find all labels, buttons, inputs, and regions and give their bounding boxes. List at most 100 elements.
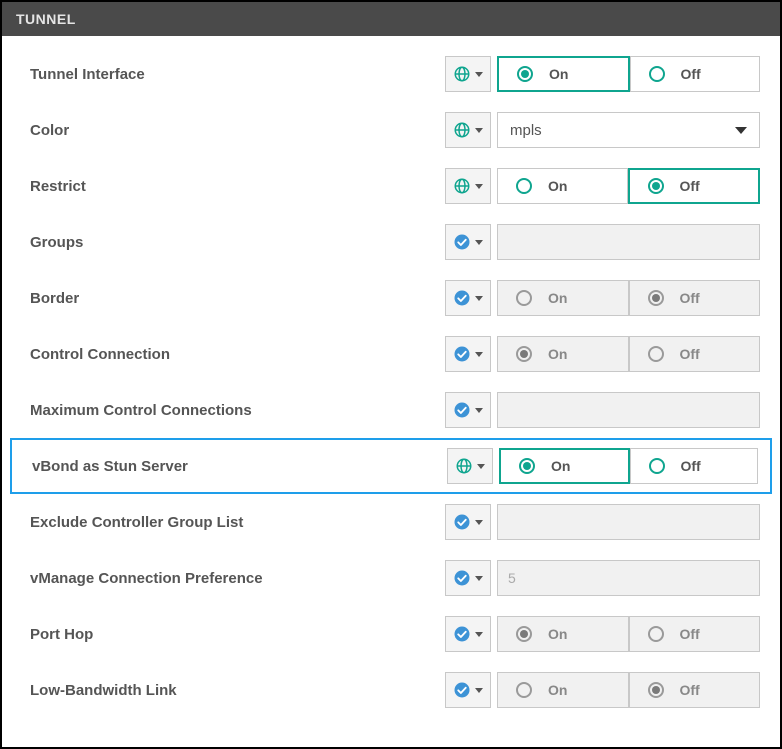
radio-dot-icon: [516, 346, 532, 362]
input-groups[interactable]: [497, 224, 760, 260]
globe-icon: [453, 177, 471, 195]
radio-dot-icon: [648, 346, 664, 362]
mode-toggle-control_connection[interactable]: [445, 336, 491, 372]
radio-label: Off: [680, 682, 700, 698]
radio-vbond_stun-on[interactable]: On: [499, 448, 630, 484]
row-vmanage_conn_pref: vManage Connection Preference: [30, 550, 760, 606]
mode-toggle-port_hop[interactable]: [445, 616, 491, 652]
radio-tunnel_interface-on[interactable]: On: [497, 56, 630, 92]
radio-group-low_bandwidth: On Off: [497, 672, 760, 708]
row-color: Color mpls: [30, 102, 760, 158]
label-exclude_controller_group: Exclude Controller Group List: [30, 514, 445, 531]
radio-label: Off: [681, 458, 701, 474]
controls-low_bandwidth: On Off: [445, 672, 760, 708]
row-low_bandwidth: Low-Bandwidth LinkOnOff: [30, 662, 760, 718]
mode-toggle-border[interactable]: [445, 280, 491, 316]
radio-label: Off: [681, 66, 701, 82]
radio-label: On: [548, 626, 567, 642]
row-tunnel_interface: Tunnel InterfaceOnOff: [30, 46, 760, 102]
chevron-down-icon: [475, 352, 483, 357]
check-icon: [453, 233, 471, 251]
chevron-down-icon: [475, 240, 483, 245]
controls-restrict: On Off: [445, 168, 760, 204]
radio-label: Off: [680, 178, 700, 194]
radio-dot-icon: [519, 458, 535, 474]
globe-icon: [453, 65, 471, 83]
radio-label: Off: [680, 626, 700, 642]
mode-toggle-exclude_controller_group[interactable]: [445, 504, 491, 540]
chevron-down-icon: [735, 127, 747, 134]
radio-dot-icon: [649, 66, 665, 82]
mode-toggle-groups[interactable]: [445, 224, 491, 260]
controls-control_connection: OnOff: [445, 336, 760, 372]
radio-label: On: [549, 66, 568, 82]
radio-restrict-off[interactable]: Off: [628, 168, 761, 204]
chevron-down-icon: [475, 688, 483, 693]
controls-color: mpls: [445, 112, 760, 148]
mode-toggle-max_control_connections[interactable]: [445, 392, 491, 428]
radio-border-off: Off: [629, 280, 761, 316]
radio-vbond_stun-off[interactable]: Off: [630, 448, 759, 484]
radio-dot-icon: [648, 682, 664, 698]
controls-border: On Off: [445, 280, 760, 316]
radio-tunnel_interface-off[interactable]: Off: [630, 56, 761, 92]
row-groups: Groups: [30, 214, 760, 270]
chevron-down-icon: [475, 520, 483, 525]
input-max_control_connections[interactable]: [497, 392, 760, 428]
radio-group-restrict: On Off: [497, 168, 760, 204]
row-border: BorderOnOff: [30, 270, 760, 326]
radio-group-port_hop: On Off: [497, 616, 760, 652]
select-color[interactable]: mpls: [497, 112, 760, 148]
mode-toggle-low_bandwidth[interactable]: [445, 672, 491, 708]
radio-dot-icon: [649, 458, 665, 474]
input-vmanage_conn_pref[interactable]: [497, 560, 760, 596]
chevron-down-icon: [475, 632, 483, 637]
select-value: mpls: [510, 122, 542, 139]
controls-exclude_controller_group: [445, 504, 760, 540]
radio-low_bandwidth-on: On: [497, 672, 629, 708]
radio-control_connection-on: On: [497, 336, 629, 372]
radio-port_hop-off: Off: [629, 616, 761, 652]
globe-icon: [455, 457, 473, 475]
controls-port_hop: On Off: [445, 616, 760, 652]
radio-label: On: [551, 458, 570, 474]
radio-group-vbond_stun: On Off: [499, 448, 758, 484]
check-icon: [453, 569, 471, 587]
label-max_control_connections: Maximum Control Connections: [30, 402, 445, 419]
check-icon: [453, 401, 471, 419]
radio-group-control_connection: OnOff: [497, 336, 760, 372]
radio-dot-icon: [648, 178, 664, 194]
row-control_connection: Control ConnectionOnOff: [30, 326, 760, 382]
mode-toggle-color[interactable]: [445, 112, 491, 148]
mode-toggle-tunnel_interface[interactable]: [445, 56, 491, 92]
mode-toggle-vbond_stun[interactable]: [447, 448, 493, 484]
radio-dot-icon: [516, 682, 532, 698]
controls-groups: [445, 224, 760, 260]
radio-restrict-on[interactable]: On: [497, 168, 628, 204]
radio-label: Off: [680, 290, 700, 306]
check-icon: [453, 289, 471, 307]
form-body: Tunnel InterfaceOnOffColormplsRestrictOn…: [2, 36, 780, 728]
radio-low_bandwidth-off: Off: [629, 672, 761, 708]
label-vbond_stun: vBond as Stun Server: [32, 458, 447, 475]
row-port_hop: Port Hop On Off: [30, 606, 760, 662]
mode-toggle-vmanage_conn_pref[interactable]: [445, 560, 491, 596]
input-exclude_controller_group[interactable]: [497, 504, 760, 540]
panel-header: TUNNEL: [2, 2, 780, 36]
chevron-down-icon: [475, 296, 483, 301]
label-color: Color: [30, 122, 445, 139]
row-max_control_connections: Maximum Control Connections: [30, 382, 760, 438]
chevron-down-icon: [475, 184, 483, 189]
label-vmanage_conn_pref: vManage Connection Preference: [30, 570, 445, 587]
label-port_hop: Port Hop: [30, 626, 445, 643]
radio-label: On: [548, 290, 567, 306]
mode-toggle-restrict[interactable]: [445, 168, 491, 204]
chevron-down-icon: [475, 408, 483, 413]
row-restrict: RestrictOnOff: [30, 158, 760, 214]
radio-control_connection-off: Off: [629, 336, 761, 372]
radio-dot-icon: [648, 290, 664, 306]
check-icon: [453, 513, 471, 531]
radio-dot-icon: [517, 66, 533, 82]
radio-border-on: On: [497, 280, 629, 316]
controls-vmanage_conn_pref: [445, 560, 760, 596]
